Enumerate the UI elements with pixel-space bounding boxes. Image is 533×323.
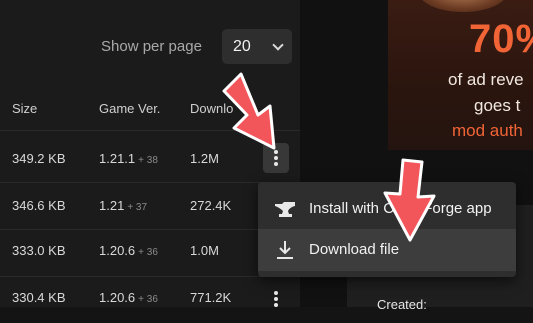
- promo-percent: 70%: [469, 17, 533, 61]
- version-count: + 37: [127, 202, 148, 213]
- game-version-value: 1.20.6: [99, 290, 136, 305]
- column-header-size[interactable]: Size: [12, 101, 37, 116]
- more-options-button[interactable]: [263, 284, 289, 314]
- game-version: 1.21 + 37: [99, 198, 147, 213]
- column-header-game-version[interactable]: Game Ver.: [99, 101, 160, 116]
- created-label: Created:: [377, 297, 427, 312]
- install-with-app-label: Install with CurseForge app: [309, 200, 492, 217]
- download-file-label: Download file: [309, 241, 400, 258]
- game-version-value: 1.21: [99, 198, 125, 213]
- promo-line-1: of ad reve: [448, 70, 524, 89]
- file-size: 346.6 KB: [12, 198, 66, 213]
- per-page-value: 20: [233, 37, 251, 55]
- game-version-value: 1.21.1: [99, 151, 136, 166]
- per-page-label: Show per page: [101, 38, 202, 55]
- file-size: 330.4 KB: [12, 290, 66, 305]
- download-count: 771.2K: [190, 290, 232, 305]
- download-icon: [277, 241, 293, 259]
- download-count: 272.4K: [190, 198, 232, 213]
- game-version: 1.21.1 + 38: [99, 151, 158, 166]
- promo-artwork: [418, 0, 508, 12]
- table-row[interactable]: 346.6 KB 1.21 + 37 272.4K: [0, 182, 300, 230]
- table-header: Size Game Ver. Downlo: [0, 88, 300, 131]
- file-size: 333.0 KB: [12, 243, 66, 258]
- table-row[interactable]: 330.4 KB 1.20.6 + 36 771.2K: [0, 276, 300, 323]
- download-count: 1.0M: [190, 243, 219, 258]
- version-count: + 36: [138, 247, 158, 258]
- game-version: 1.20.6 + 36: [99, 243, 158, 258]
- version-count: + 36: [138, 294, 158, 305]
- promo-banner[interactable]: 70% of ad reve goes t mod auth: [388, 0, 533, 150]
- column-header-downloads[interactable]: Downlo: [190, 101, 233, 116]
- chevron-down-icon: [272, 38, 284, 51]
- per-page-select[interactable]: 20: [222, 29, 292, 64]
- version-count: + 38: [138, 155, 158, 166]
- download-count: 1.2M: [190, 151, 219, 166]
- game-version: 1.20.6 + 36: [99, 290, 158, 305]
- game-version-value: 1.20.6: [99, 243, 136, 258]
- promo-line-3: mod auth: [452, 121, 523, 140]
- promo-line-2: goes t: [474, 96, 521, 115]
- file-size: 349.2 KB: [12, 151, 66, 166]
- file-options-menu: Install with CurseForge app Download fil…: [258, 182, 516, 277]
- more-options-button[interactable]: [263, 143, 289, 173]
- table-row[interactable]: 333.0 KB 1.20.6 + 36 1.0M: [0, 229, 300, 277]
- table-row[interactable]: 349.2 KB 1.21.1 + 38 1.2M: [0, 135, 300, 183]
- install-with-app-item[interactable]: Install with CurseForge app: [258, 188, 516, 230]
- anvil-icon: [275, 202, 295, 217]
- download-file-item[interactable]: Download file: [258, 229, 516, 271]
